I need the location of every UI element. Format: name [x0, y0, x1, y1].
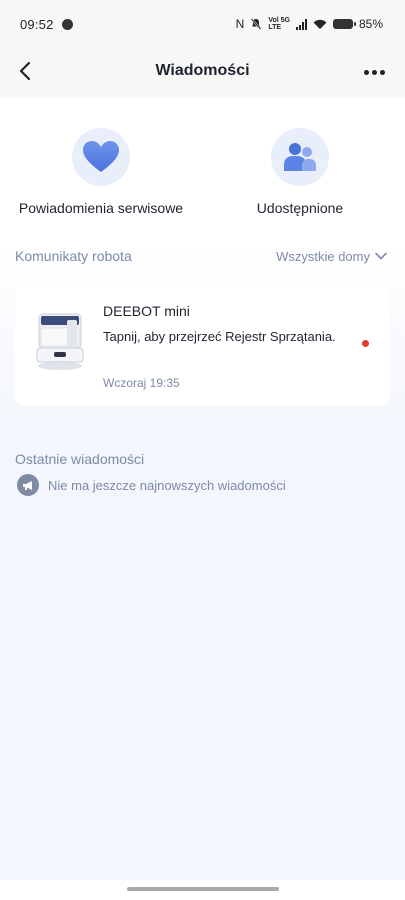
- chevron-down-icon: [375, 252, 387, 260]
- robot-message-card[interactable]: DEEBOT mini Tapnij, aby przejrzeć Rejest…: [15, 282, 390, 406]
- category-label: Udostępnione: [256, 200, 344, 216]
- mute-icon: [251, 18, 262, 30]
- messenger-icon: [62, 19, 73, 30]
- service-notifications-category[interactable]: Powiadomienia serwisowe: [16, 128, 186, 216]
- status-bar: 09:52 N Vol 5G LTE 85%: [0, 0, 405, 50]
- recent-messages-title: Ostatnie wiadomości: [15, 451, 145, 467]
- device-name: DEEBOT mini: [103, 303, 190, 319]
- network-type: Vol 5G LTE: [268, 17, 290, 31]
- filter-label: Wszystkie domy: [276, 248, 370, 264]
- unread-indicator: [362, 340, 369, 347]
- home-indicator[interactable]: [127, 887, 279, 891]
- status-icons: N Vol 5G LTE 85%: [236, 16, 383, 32]
- megaphone-icon: [17, 474, 39, 496]
- section-title: Komunikaty robota: [15, 248, 132, 264]
- message-time: Wczoraj 19:35: [103, 376, 180, 390]
- app-header: Wiadomości: [0, 50, 405, 98]
- robot-messages-header: Komunikaty robota Wszystkie domy: [15, 246, 387, 266]
- more-options-button[interactable]: [361, 62, 387, 82]
- robot-station-image: [36, 313, 84, 370]
- users-icon: [271, 128, 329, 186]
- wifi-icon: [313, 19, 327, 29]
- message-text: Tapnij, aby przejrzeć Rejestr Sprzątania…: [103, 329, 336, 344]
- category-label: Powiadomienia serwisowe: [18, 200, 184, 216]
- messages-screen: 09:52 N Vol 5G LTE 85% Wiadomości Powiad…: [0, 0, 405, 900]
- status-time: 09:52: [20, 17, 54, 32]
- empty-message: Nie ma jeszcze najnowszych wiadomości: [48, 477, 286, 493]
- battery-percent: 85%: [358, 17, 383, 31]
- more-dots-icon: [363, 69, 369, 75]
- nfc-icon: N: [235, 17, 245, 31]
- home-filter-dropdown[interactable]: Wszystkie domy: [276, 249, 387, 264]
- page-title: Wiadomości: [155, 62, 250, 79]
- recent-empty-state: Nie ma jeszcze najnowszych wiadomości: [17, 474, 286, 496]
- shared-category[interactable]: Udostępnione: [240, 128, 360, 216]
- heart-icon: [72, 128, 130, 186]
- battery-icon: [332, 19, 356, 29]
- signal-icon: [295, 18, 307, 30]
